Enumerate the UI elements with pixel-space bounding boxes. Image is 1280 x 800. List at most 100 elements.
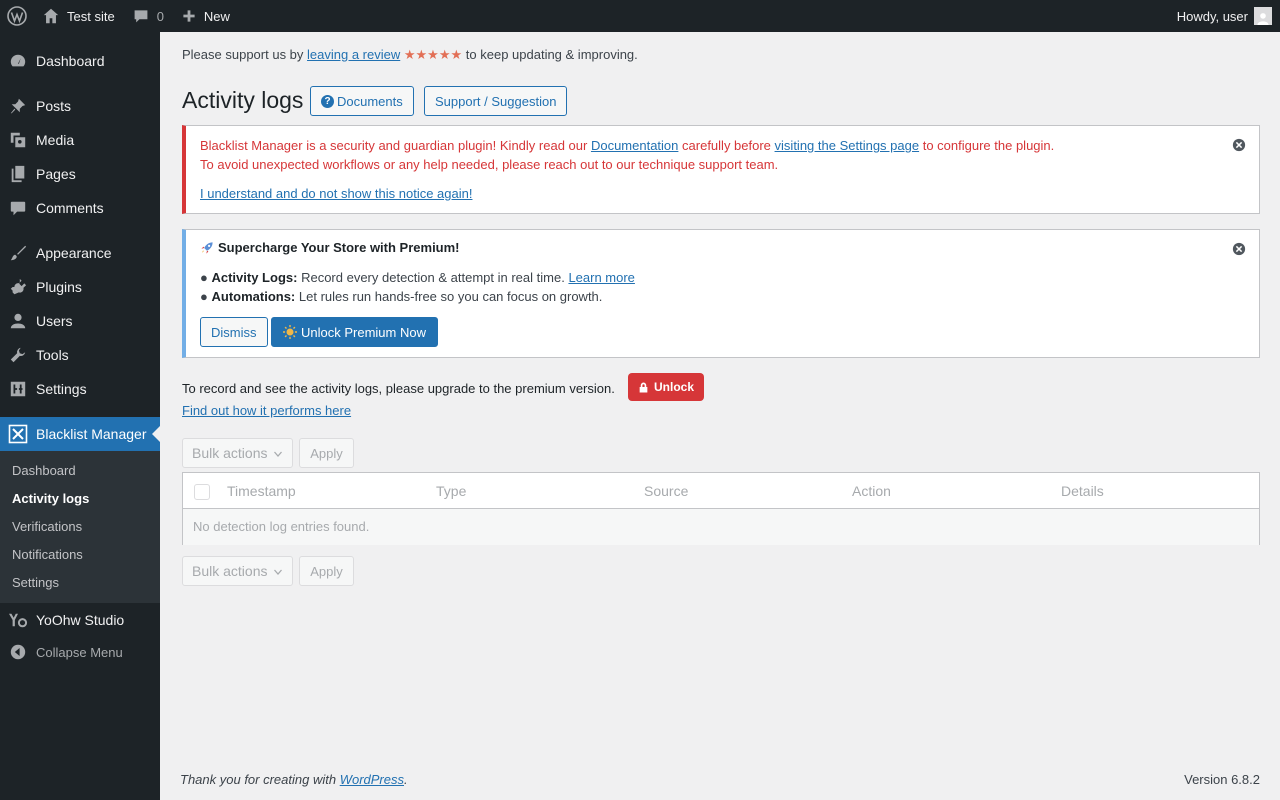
bullet: ● [200, 289, 208, 304]
collapse-arrow-icon [10, 644, 26, 660]
question-icon: ? [321, 94, 334, 108]
sidebar-item-comments[interactable]: Comments [0, 191, 160, 225]
select-all-checkbox[interactable] [194, 484, 210, 500]
column-details[interactable]: Details [1061, 483, 1104, 499]
submenu-item-dashboard[interactable]: Dashboard [12, 463, 76, 478]
plug-icon [10, 278, 27, 295]
column-type[interactable]: Type [436, 483, 466, 499]
documents-button[interactable]: ? Documents [310, 86, 414, 116]
sidebar-item-label: Dashboard [36, 53, 105, 69]
column-action[interactable]: Action [852, 483, 891, 499]
sidebar-item-pages[interactable]: Pages [0, 157, 160, 191]
comment-icon [10, 201, 26, 216]
documentation-link[interactable]: Documentation [591, 138, 678, 153]
sidebar-item-label: Comments [36, 200, 104, 216]
home-icon [43, 8, 59, 24]
premium-item-title: Automations: [211, 289, 296, 304]
yoohw-icon [9, 613, 28, 628]
sidebar-item-yoohw-studio[interactable]: YoOhw Studio [0, 603, 160, 637]
apply-button-top[interactable]: Apply [299, 438, 354, 468]
comment-bubble-icon [134, 10, 148, 23]
site-name-link[interactable]: Test site [34, 0, 123, 32]
unlock-premium-button[interactable]: Unlock Premium Now [271, 317, 438, 347]
learn-more-link[interactable]: Learn more [568, 270, 634, 285]
bulk-actions-select-top[interactable]: Bulk actions [182, 438, 293, 468]
sidebar-item-appearance[interactable]: Appearance [0, 236, 160, 270]
sidebar-item-label: Settings [36, 381, 87, 397]
footer-version: Version 6.8.2 [1184, 772, 1260, 787]
submenu-item-notifications[interactable]: Notifications [12, 547, 83, 562]
upgrade-message: To record and see the activity logs, ple… [182, 381, 615, 396]
chevron-down-icon [274, 451, 282, 457]
sidebar-item-media[interactable]: Media [0, 123, 160, 157]
premium-title: Supercharge Your Store with Premium! [200, 240, 460, 255]
user-icon [10, 313, 26, 329]
sidebar-item-settings[interactable]: Settings [0, 372, 160, 406]
sidebar-item-label: Media [36, 132, 75, 148]
wrench-icon [10, 347, 26, 363]
bullet: ● [200, 270, 208, 285]
submenu-item-settings[interactable]: Settings [12, 575, 59, 590]
admin-bar: Test site 0 New Howdy, user [0, 0, 1280, 32]
new-label: New [203, 8, 230, 24]
premium-item: ● Automations: Let rules run hands-free … [200, 289, 602, 304]
avatar[interactable] [1254, 7, 1272, 25]
comments-link[interactable]: 0 [123, 0, 172, 32]
blacklist-submenu: Dashboard Activity logs Verifications No… [0, 451, 160, 603]
review-stars: ★★★★★ [403, 47, 463, 62]
find-out-link[interactable]: Find out how it performs here [182, 403, 351, 418]
sidebar-item-tools[interactable]: Tools [0, 338, 160, 372]
pages-icon [11, 165, 25, 183]
activity-log-table: Timestamp Type Source Action Details No … [182, 472, 1260, 545]
sidebar-item-label: YoOhw Studio [36, 612, 125, 628]
unlock-label: Unlock [654, 380, 695, 394]
site-name: Test site [67, 8, 115, 24]
settings-icon [10, 381, 26, 397]
sidebar-item-dashboard[interactable]: Dashboard [0, 44, 160, 78]
table-header: Timestamp Type Source Action Details [183, 473, 1259, 509]
sidebar-item-posts[interactable]: Posts [0, 89, 160, 123]
submenu-item-activity-logs[interactable]: Activity logs [12, 491, 89, 506]
dont-show-again-link[interactable]: I understand and do not show this notice… [200, 184, 472, 203]
sidebar-item-blacklist-manager[interactable]: Blacklist Manager [0, 417, 160, 451]
new-content-link[interactable]: New [172, 0, 238, 32]
support-line: Please support us by leaving a review ★★… [182, 47, 638, 63]
wordpress-link[interactable]: WordPress [340, 772, 404, 787]
sun-icon [283, 325, 297, 339]
wordpress-logo-button[interactable] [0, 0, 34, 32]
close-icon[interactable] [1232, 242, 1246, 256]
sidebar-item-label: Posts [36, 98, 72, 114]
main-content: Please support us by leaving a review ★★… [160, 32, 1280, 800]
settings-page-link[interactable]: visiting the Settings page [775, 138, 920, 153]
dismiss-button[interactable]: Dismiss [200, 317, 268, 347]
close-icon[interactable] [1232, 138, 1246, 152]
sidebar-item-plugins[interactable]: Plugins [0, 270, 160, 304]
support-suggestion-button[interactable]: Support / Suggestion [424, 86, 568, 116]
collapse-menu-button[interactable]: Collapse Menu [0, 635, 160, 669]
premium-item: ● Activity Logs: Record every detection … [200, 270, 635, 285]
bulk-actions-label: Bulk actions [192, 445, 268, 461]
howdy-account-link[interactable]: Howdy, user [1177, 9, 1248, 24]
submenu-item-verifications[interactable]: Verifications [12, 519, 82, 534]
bulk-actions-select-bottom[interactable]: Bulk actions [182, 556, 293, 586]
premium-item-title: Activity Logs: [211, 270, 298, 285]
bulk-actions-label: Bulk actions [192, 563, 268, 579]
sidebar-item-label: Appearance [36, 245, 112, 261]
documents-label: Documents [337, 93, 403, 109]
support-suffix: to keep updating & improving. [465, 47, 638, 62]
column-timestamp[interactable]: Timestamp [227, 483, 296, 499]
sidebar-item-label: Pages [36, 166, 76, 182]
column-source[interactable]: Source [644, 483, 688, 499]
chevron-down-icon [274, 569, 282, 575]
sidebar-item-label: Plugins [36, 279, 82, 295]
page-title: Activity logs [182, 87, 304, 113]
comments-count: 0 [156, 8, 164, 24]
leave-review-link[interactable]: leaving a review [307, 47, 400, 62]
notice-line-1: Blacklist Manager is a security and guar… [200, 136, 1054, 155]
premium-item-text: Let rules run hands-free so you can focu… [298, 289, 603, 304]
dashboard-icon [10, 54, 26, 67]
sidebar-item-users[interactable]: Users [0, 304, 160, 338]
unlock-button[interactable]: Unlock [628, 373, 705, 401]
security-notice: Blacklist Manager is a security and guar… [182, 125, 1260, 214]
apply-button-bottom[interactable]: Apply [299, 556, 354, 586]
